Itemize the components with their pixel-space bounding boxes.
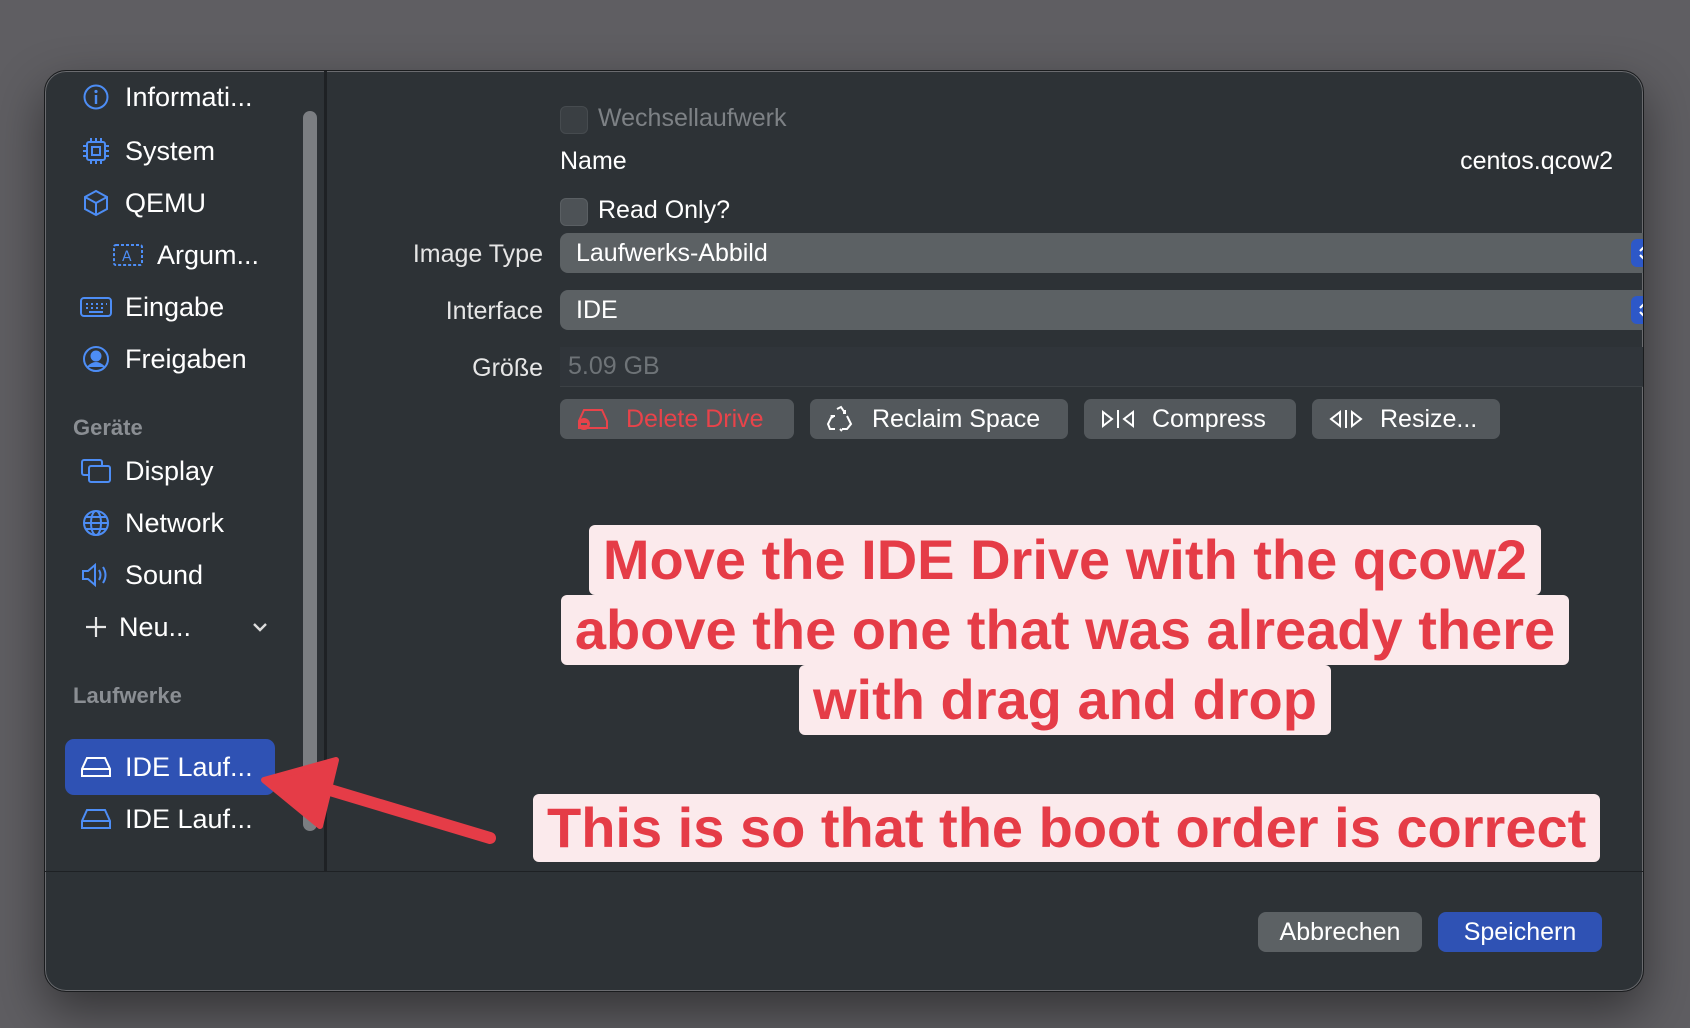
annotation-arrow-icon: [261, 757, 496, 844]
